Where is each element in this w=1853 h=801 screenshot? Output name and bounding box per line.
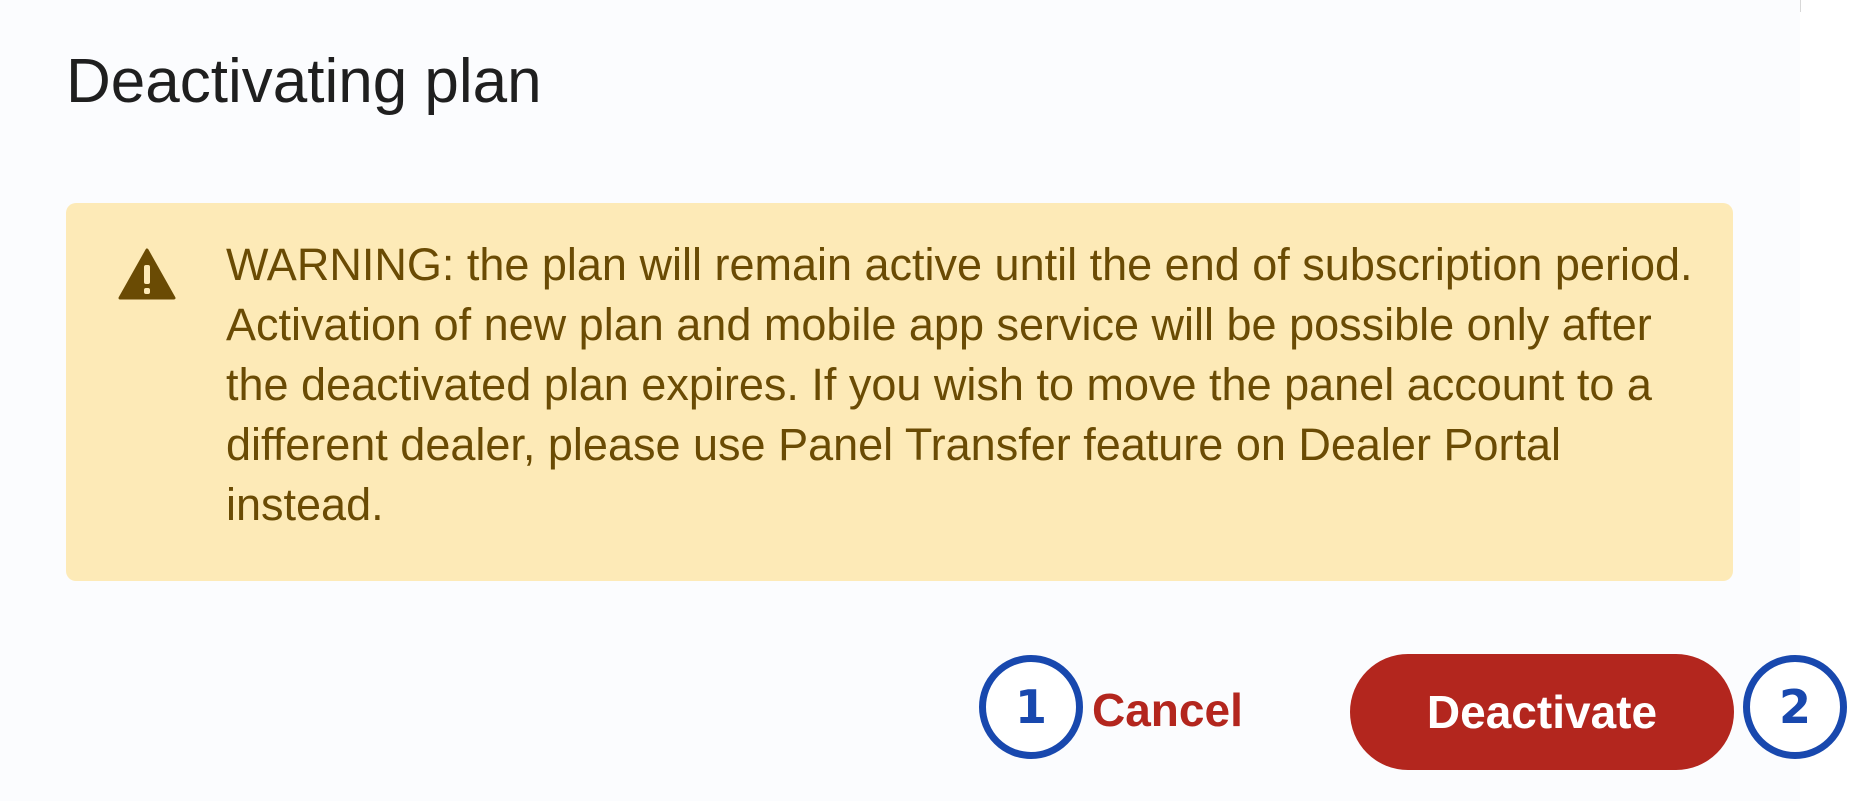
warning-message: WARNING: the plan will remain active unt… <box>226 239 1693 530</box>
dialog-title: Deactivating plan <box>66 47 542 116</box>
deactivate-button[interactable]: Deactivate <box>1350 654 1734 770</box>
warning-triangle-icon <box>118 248 176 300</box>
annotation-marker-2: 2 <box>1743 655 1847 759</box>
cancel-button[interactable]: Cancel <box>1092 678 1243 742</box>
annotation-marker-1: 1 <box>979 655 1083 759</box>
deactivate-plan-dialog: Deactivating plan WARNING: the plan will… <box>0 0 1801 801</box>
warning-banner: WARNING: the plan will remain active unt… <box>66 203 1733 581</box>
dialog-edge-divider <box>1800 0 1801 12</box>
